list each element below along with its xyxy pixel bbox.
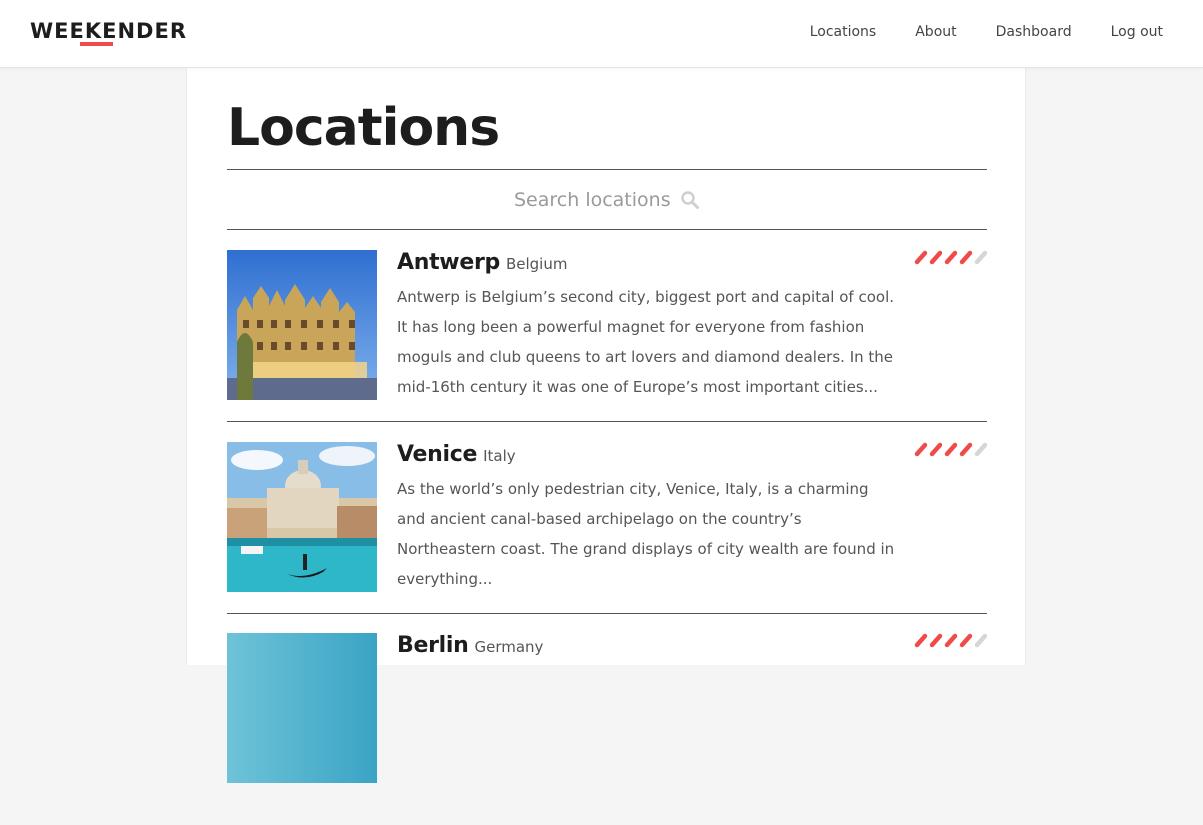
nav-dashboard[interactable]: Dashboard bbox=[996, 24, 1072, 40]
location-item[interactable]: Berlin Germany bbox=[227, 633, 987, 825]
location-thumbnail-antwerp[interactable] bbox=[227, 250, 377, 400]
rating-icon bbox=[914, 442, 987, 457]
logo[interactable]: WEEKENDER bbox=[30, 19, 187, 43]
nav-locations[interactable]: Locations bbox=[810, 24, 877, 40]
rating-mark-filled bbox=[929, 442, 943, 457]
rating-mark-empty bbox=[974, 442, 987, 457]
rating-icon bbox=[914, 633, 987, 648]
location-thumbnail-venice[interactable] bbox=[227, 442, 377, 592]
search-bar bbox=[227, 170, 987, 230]
rating-icon bbox=[914, 250, 987, 265]
location-country: Belgium bbox=[505, 255, 568, 273]
rating-mark-filled bbox=[944, 250, 958, 265]
location-name[interactable]: Berlin Germany bbox=[397, 633, 543, 658]
rating-mark-filled bbox=[914, 633, 928, 648]
divider bbox=[227, 421, 987, 422]
location-name[interactable]: Antwerp Belgium bbox=[397, 250, 567, 275]
rating-mark-filled bbox=[929, 250, 943, 265]
location-name[interactable]: Venice Italy bbox=[397, 442, 516, 467]
location-country: Italy bbox=[483, 447, 516, 465]
location-item[interactable]: Antwerp Belgium Antwerp is Belgium’s seco… bbox=[227, 250, 987, 442]
location-description: Antwerp is Belgium’s second city, bigges… bbox=[397, 288, 894, 396]
nav-logout[interactable]: Log out bbox=[1111, 24, 1163, 40]
rating-mark-filled bbox=[914, 442, 928, 457]
rating-mark-filled bbox=[944, 633, 958, 648]
rating-mark-filled bbox=[944, 442, 958, 457]
rating-mark-empty bbox=[974, 250, 987, 265]
divider bbox=[227, 613, 987, 614]
content-panel: Locations Search locations Antwerp Belgi… bbox=[186, 68, 1026, 783]
search-input[interactable] bbox=[514, 189, 674, 211]
main-nav: Locations About Dashboard Log out bbox=[771, 24, 1163, 40]
rating-mark-filled bbox=[929, 633, 943, 648]
rating-mark-filled bbox=[959, 250, 973, 265]
search-icon[interactable] bbox=[680, 190, 700, 210]
location-thumbnail-berlin[interactable] bbox=[227, 633, 377, 783]
rating-mark-filled bbox=[959, 442, 973, 457]
rating-mark-filled bbox=[914, 250, 928, 265]
rating-mark-empty bbox=[974, 633, 987, 648]
location-description: As the world’s only pedestrian city, Ven… bbox=[397, 480, 895, 588]
top-navbar: WEEKENDER Locations About Dashboard Log … bbox=[0, 0, 1203, 68]
page-title: Locations bbox=[227, 98, 500, 158]
nav-about[interactable]: About bbox=[915, 24, 956, 40]
logo-underline bbox=[80, 42, 113, 46]
location-country: Germany bbox=[474, 638, 544, 656]
rating-mark-filled bbox=[959, 633, 973, 648]
location-item[interactable]: Venice Italy As the world’s only pedestri… bbox=[227, 442, 987, 634]
divider bbox=[227, 229, 987, 230]
